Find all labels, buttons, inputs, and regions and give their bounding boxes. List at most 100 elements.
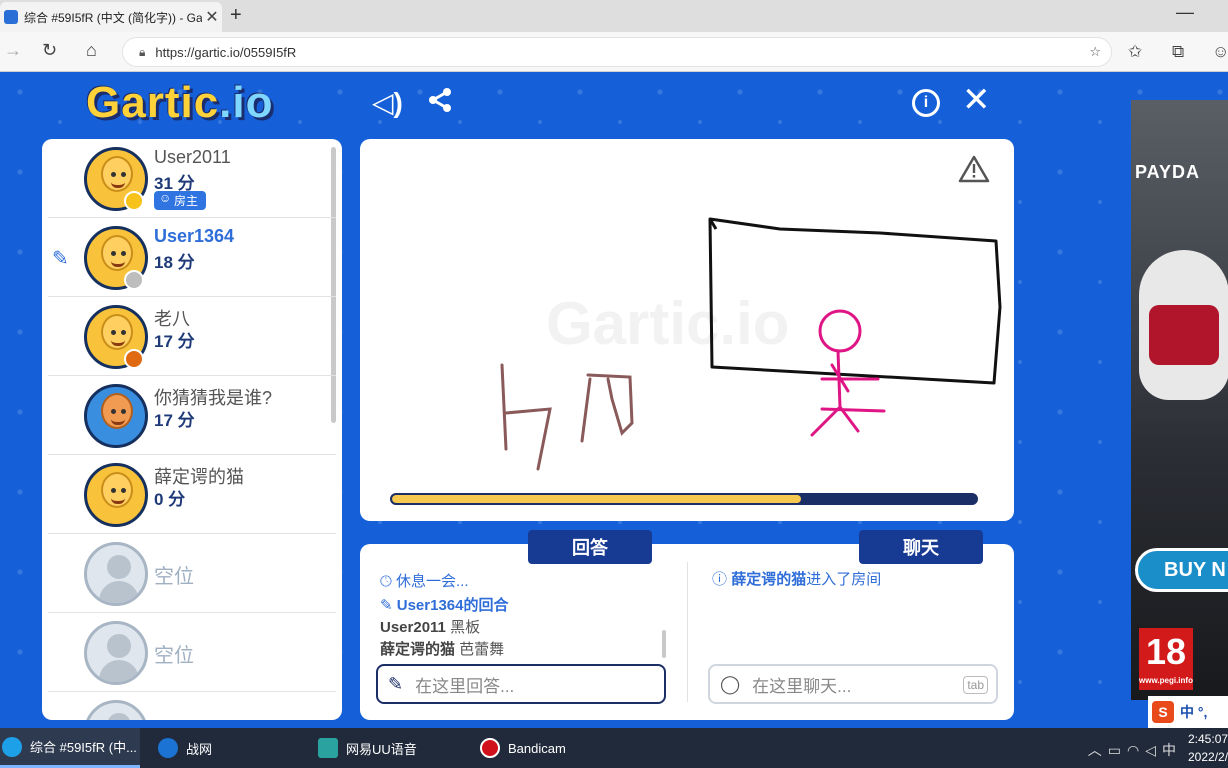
uu-voice-icon (318, 738, 338, 758)
url-text: https://gartic.io/0559I5fR (155, 44, 297, 60)
clock-time: 2:45:07 (1188, 732, 1228, 746)
browser-tab-bar: 综合 #59I5fR (中文 (简化字)) - Ga ✕ + — (0, 0, 1228, 32)
player-list: User2011 31 分 房主 ✎ User1364 18 分 老八 17 分… (42, 139, 342, 720)
info-icon[interactable]: i (912, 89, 940, 117)
browser-tab[interactable]: 综合 #59I5fR (中文 (简化字)) - Ga ✕ (0, 2, 222, 32)
answer-log-item: 🕓︎ 休息一会... (380, 573, 469, 590)
tab-close-icon[interactable]: ✕ (202, 7, 222, 27)
favorites-icon[interactable]: ✩ (1128, 42, 1142, 62)
bandicam-icon (480, 738, 500, 758)
player-row: 薛定谔的猫 0 分 (48, 455, 336, 534)
ad-brand: PAYDA (1135, 162, 1201, 182)
share-icon[interactable] (426, 86, 454, 121)
pencil-icon: ✎ (388, 673, 404, 694)
url-field[interactable]: 🔒︎ https://gartic.io/0559I5fR ☆ (122, 37, 1112, 67)
player-avatar (84, 463, 148, 527)
player-drawing (500, 217, 1002, 471)
chat-bubble-icon: ◯ (720, 673, 741, 694)
round-timer-fill (392, 495, 801, 503)
taskbar-item-bandicam[interactable]: Bandicam (480, 728, 566, 768)
chat-log-item: ⓘ 薛定谔的猫进入了房间 (712, 571, 882, 588)
empty-avatar (84, 700, 148, 720)
new-tab-icon[interactable]: + (230, 4, 242, 27)
answer-placeholder: 在这里回答... (415, 676, 515, 696)
tab-key-hint: tab (963, 676, 988, 694)
answer-log-item: ✎ User1364的回合 (380, 597, 509, 614)
answer-chat-panel: 回答 聊天 🕓︎ 休息一会... ✎ User1364的回合 User2011 … (360, 530, 1014, 720)
system-clock[interactable]: 2:45:07 2022/2/ (1188, 730, 1228, 766)
info-small-icon: ⓘ (712, 571, 728, 588)
answer-log-item: 薛定谔的猫 芭蕾舞 (380, 641, 505, 658)
empty-slot: 空位 (48, 613, 336, 692)
tab-title: 综合 #59I5fR (中文 (简化字)) - Ga (24, 10, 202, 25)
player-row: User2011 31 分 房主 (48, 139, 336, 218)
player-score: 17 分 (154, 332, 195, 351)
empty-slot: 空位 (48, 534, 336, 613)
empty-slot-label: 空位 (154, 645, 194, 667)
pegi-rating-badge: 18 www.pegi.info (1139, 628, 1193, 690)
host-badge: 房主 (154, 191, 207, 210)
empty-avatar (84, 542, 148, 606)
pencil-icon: ✎ (380, 597, 393, 614)
ime-lang-indicator[interactable]: 中 (1162, 742, 1182, 758)
clock-date: 2022/2/ (1188, 750, 1228, 764)
drawing-pencil-icon: ✎ (52, 248, 69, 270)
windows-taskbar: 综合 #59I5fR (中... 战网 网易UU语音 Bandicam ︿▭◠◁… (0, 728, 1228, 768)
empty-slot-label: 空位 (154, 566, 194, 588)
player-row: ✎ User1364 18 分 (48, 218, 336, 297)
panel-divider (687, 562, 688, 702)
player-avatar (84, 384, 148, 448)
player-score: 17 分 (154, 411, 195, 430)
answer-log-scrollbar[interactable] (662, 630, 666, 658)
answer-input[interactable]: ✎ 在这里回答... (376, 664, 666, 704)
status-dot (124, 349, 144, 369)
sogou-ime-icon: S (1152, 701, 1174, 723)
wifi-icon[interactable]: ◠ (1127, 742, 1145, 758)
game-area: Gartic.io ◁) i ✕ User2011 31 分 房主 ✎ User… (0, 72, 1228, 728)
network-icon[interactable]: ▭ (1108, 742, 1127, 758)
battlenet-icon (158, 738, 178, 758)
gartic-logo: Gartic.io (86, 78, 274, 127)
player-score: 18 分 (154, 253, 195, 272)
empty-avatar (84, 621, 148, 685)
chat-input[interactable]: ◯ 在这里聊天... tab (708, 664, 998, 704)
collections-icon[interactable]: ⧉ (1172, 42, 1184, 62)
player-name: User2011 (154, 147, 231, 167)
edge-icon (2, 736, 22, 757)
ad-mask-image (1139, 250, 1228, 400)
empty-slot (48, 692, 336, 720)
system-tray[interactable]: ︿▭◠◁中 (1088, 740, 1182, 760)
player-name: User1364 (154, 226, 235, 246)
favorite-star-icon[interactable]: ☆ (1089, 44, 1101, 60)
lock-icon: 🔒︎ (139, 44, 146, 59)
status-dot (124, 270, 144, 290)
taskbar-item-battlenet[interactable]: 战网 (158, 728, 212, 768)
player-score: 0 分 (154, 490, 186, 509)
status-dot (124, 191, 144, 211)
minimize-icon[interactable]: — (1176, 2, 1194, 23)
tab-chat[interactable]: 聊天 (859, 530, 983, 564)
ad-buy-button[interactable]: BUY N (1135, 548, 1228, 592)
player-row: 你猜猜我是谁? 17 分 (48, 376, 336, 455)
clock-icon: 🕓︎ (380, 573, 392, 590)
tab-answer[interactable]: 回答 (528, 530, 652, 564)
chevron-up-icon[interactable]: ︿ (1088, 742, 1108, 758)
drawing-canvas[interactable]: Gartic.io (360, 139, 1014, 521)
exit-icon[interactable]: ✕ (962, 80, 991, 120)
ime-toolbar[interactable]: S 中 °, (1148, 696, 1228, 728)
reload-icon[interactable]: ↻ (42, 40, 57, 61)
volume-icon[interactable]: ◁ (1145, 742, 1162, 758)
player-row: 老八 17 分 (48, 297, 336, 376)
forward-icon[interactable]: → (4, 40, 22, 61)
sound-icon[interactable]: ◁) (372, 86, 403, 119)
home-icon[interactable]: ⌂ (86, 40, 97, 61)
taskbar-item-edge[interactable]: 综合 #59I5fR (中... (0, 728, 140, 768)
advertisement[interactable]: PAYDA BUY N 18 www.pegi.info (1131, 100, 1228, 700)
address-bar-row: → ↻ ⌂ 🔒︎ https://gartic.io/0559I5fR ☆ ✩ … (0, 32, 1228, 72)
profile-icon[interactable]: ☺ (1212, 42, 1228, 62)
round-timer-bar (390, 493, 978, 505)
site-favicon-icon (4, 10, 18, 24)
answer-log-item: User2011 黑板 (380, 619, 481, 636)
chat-placeholder: 在这里聊天... (752, 676, 852, 696)
taskbar-item-uu-voice[interactable]: 网易UU语音 (318, 728, 417, 768)
